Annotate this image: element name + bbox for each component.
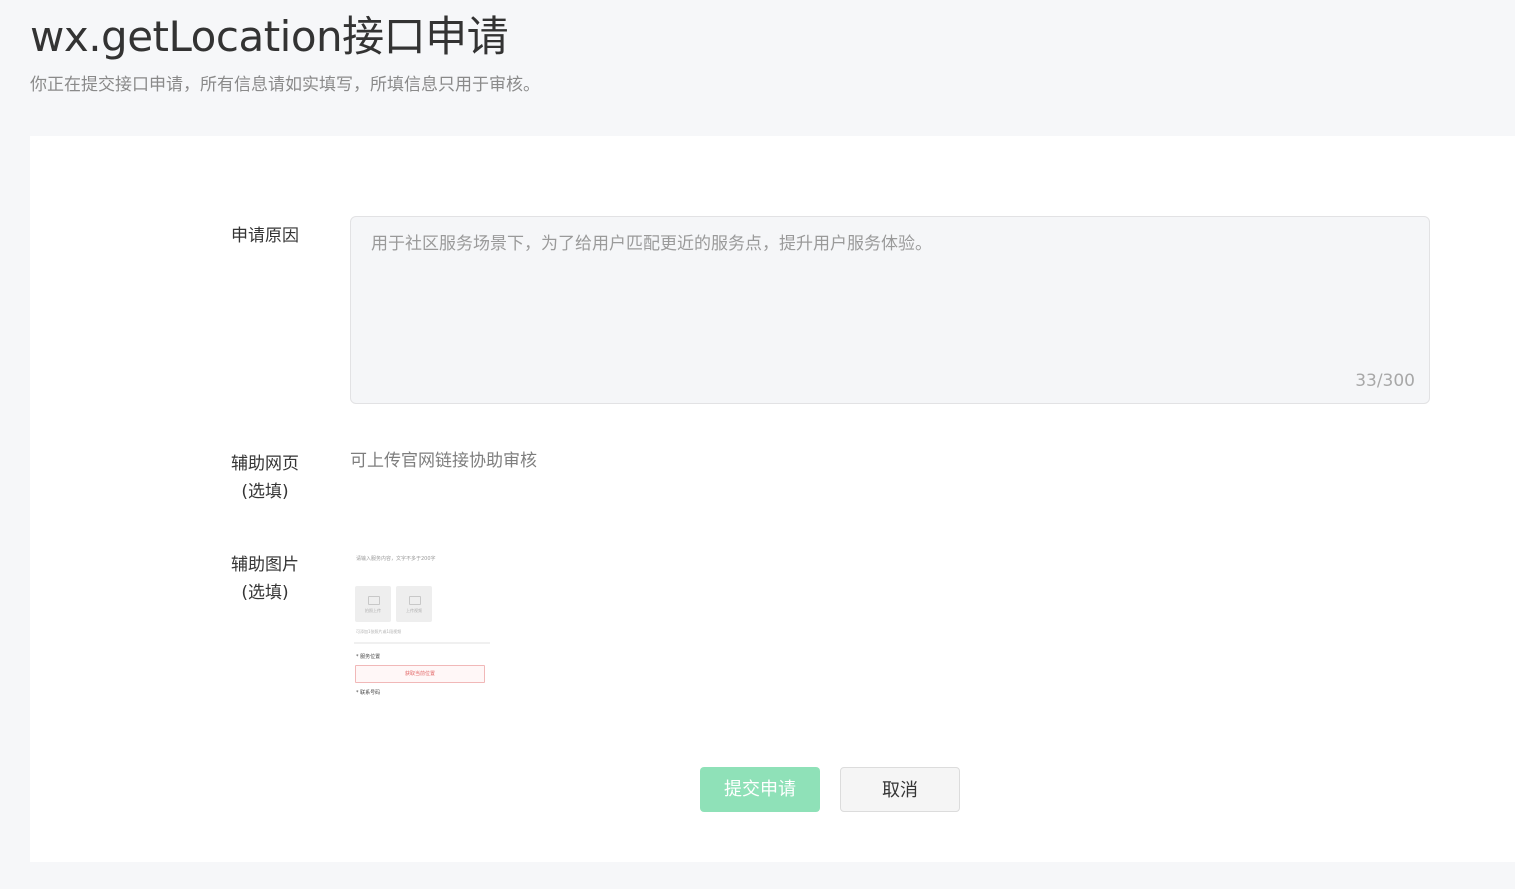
submit-button[interactable]: 提交申请 xyxy=(700,767,820,812)
camera-icon xyxy=(368,596,380,605)
page-subtitle: 你正在提交接口申请，所有信息请如实填写，所填信息只用于审核。 xyxy=(30,75,540,95)
sample-video-label: 上传视频 xyxy=(406,608,422,613)
sample-photo-label: 拍照上传 xyxy=(365,608,381,613)
sample-location-label: * 服务位置 xyxy=(356,654,381,660)
cancel-button[interactable]: 取消 xyxy=(840,767,960,812)
image-label-optional: (选填) xyxy=(241,583,289,603)
sample-location-button: 获取当前位置 xyxy=(355,665,485,683)
page-title: wx.getLocation接口申请 xyxy=(30,12,509,61)
web-page-label-optional: (选填) xyxy=(241,482,289,502)
sample-video-box: 上传视频 xyxy=(396,586,432,622)
page-header: wx.getLocation接口申请 你正在提交接口申请，所有信息请如实填写，所… xyxy=(30,10,540,95)
sample-input-hint: 请输入服务内容，文字不多于200字 xyxy=(356,556,436,562)
sample-divider xyxy=(354,642,490,644)
web-page-label: 辅助网页 (选填) xyxy=(230,450,300,506)
sample-photo-box: 拍照上传 xyxy=(355,586,391,622)
reason-textarea[interactable]: 用于社区服务场景下，为了给用户匹配更近的服务点，提升用户服务体验。 33/300 xyxy=(350,216,1430,404)
application-form-card: 申请原因 用于社区服务场景下，为了给用户匹配更近的服务点，提升用户服务体验。 3… xyxy=(30,136,1515,862)
image-label: 辅助图片 (选填) xyxy=(230,551,300,607)
sample-phone-label: * 联系号码 xyxy=(356,690,381,696)
char-counter: 33/300 xyxy=(1355,371,1415,391)
web-page-label-title: 辅助网页 xyxy=(231,454,299,474)
reason-text: 用于社区服务场景下，为了给用户匹配更近的服务点，提升用户服务体验。 xyxy=(371,234,932,254)
video-icon xyxy=(409,596,421,605)
reason-label: 申请原因 xyxy=(231,226,299,246)
sample-note: 可添加1张照片或1段视频 xyxy=(356,629,402,634)
sample-screenshot-thumbnail[interactable]: 请输入服务内容，文字不多于200字 拍照上传 上传视频 可添加1张照片或1段视频… xyxy=(350,549,492,699)
image-label-title: 辅助图片 xyxy=(231,555,299,575)
web-page-hint[interactable]: 可上传官网链接协助审核 xyxy=(350,446,537,471)
